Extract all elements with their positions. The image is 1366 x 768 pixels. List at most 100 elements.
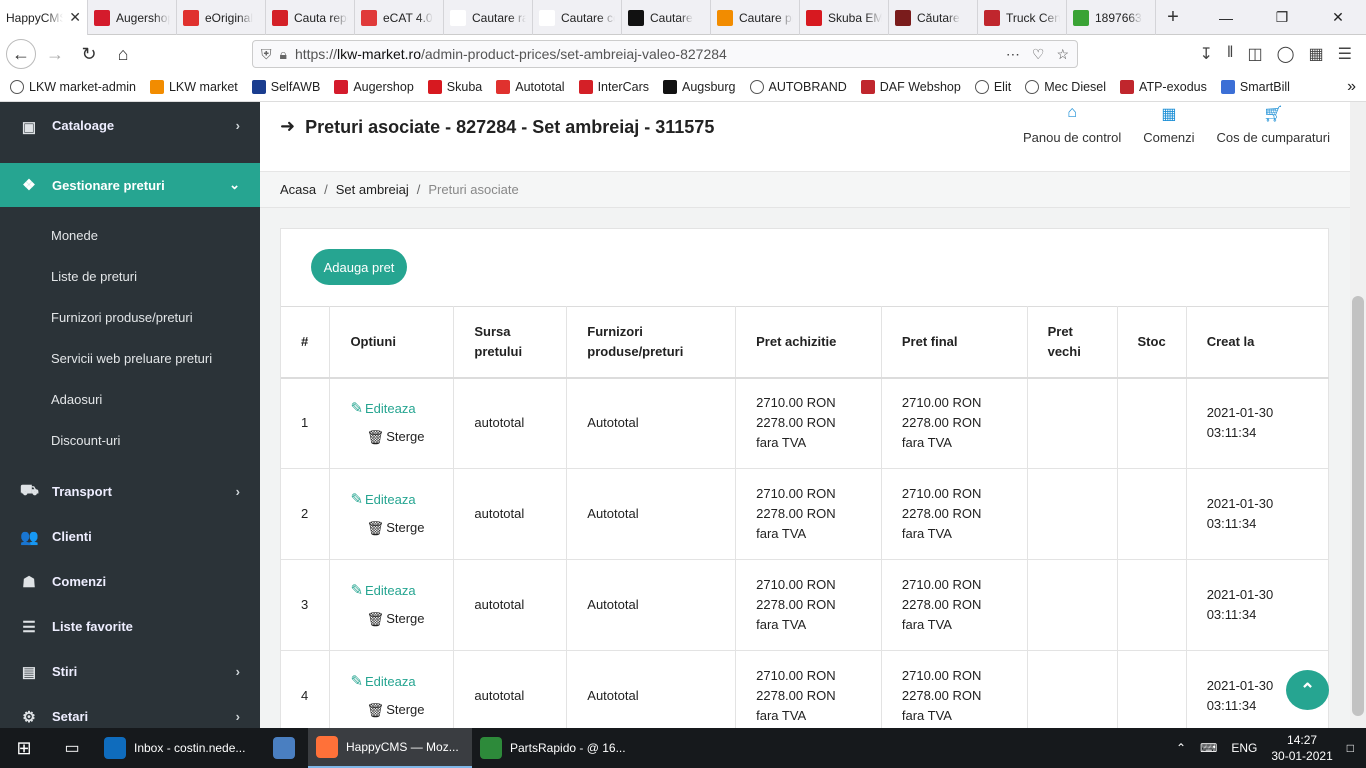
browser-tab[interactable]: Skuba EMS xyxy=(800,0,889,35)
bookmark-item[interactable]: Autototal xyxy=(496,80,565,94)
pocket-icon[interactable]: ♡ xyxy=(1032,46,1045,63)
main-content: ➜ Preturi asociate - 827284 - Set ambrei… xyxy=(260,102,1350,728)
taskbar-app[interactable]: HappyCMS — Moz... xyxy=(308,728,472,768)
account-icon[interactable]: ◯ xyxy=(1277,44,1295,64)
bookmark-item[interactable]: Elit xyxy=(974,80,1011,94)
taskbar-app[interactable] xyxy=(260,728,308,768)
windows-start-icon[interactable]: ⊞ xyxy=(0,728,48,768)
browser-tab[interactable]: Cautare cod xyxy=(533,0,622,35)
sidebar-subitem[interactable]: Liste de preturi xyxy=(0,256,260,297)
minimize-icon[interactable]: — xyxy=(1198,0,1254,35)
bookmark-item[interactable]: Augsburg xyxy=(662,80,736,94)
scroll-to-top-button[interactable]: ⌃ xyxy=(1286,670,1329,710)
sidebar-item-liste-favorite[interactable]: ☰ Liste favorite xyxy=(0,604,260,649)
library-icon[interactable]: ‖ xyxy=(1227,44,1234,64)
browser-tab[interactable]: Truck Center xyxy=(978,0,1067,35)
bookmark-item[interactable]: InterCars xyxy=(578,80,649,94)
breadcrumb-home[interactable]: Acasa xyxy=(280,182,316,197)
supplier: Autototal xyxy=(566,559,737,651)
browser-tab[interactable]: HappyCMS ✕ xyxy=(0,0,88,35)
clock[interactable]: 14:27 30-01-2021 xyxy=(1271,732,1332,764)
bookmark-item[interactable]: SelfAWB xyxy=(251,80,320,94)
sidebar-subitem[interactable]: Servicii web preluare preturi xyxy=(0,338,260,379)
task-view-icon[interactable]: ▭ xyxy=(48,728,96,768)
back-icon[interactable]: ← xyxy=(6,39,36,69)
browser-tab[interactable]: eOriginal xyxy=(177,0,266,35)
stock xyxy=(1117,559,1187,651)
sidebar-subitem[interactable]: Discount-uri xyxy=(0,420,260,461)
sidebar-item-stiri[interactable]: ▤ Stiri › xyxy=(0,649,260,694)
forward-icon[interactable]: → xyxy=(40,39,70,69)
add-price-button[interactable]: Adauga pret xyxy=(311,249,407,285)
more-bookmarks-icon[interactable]: » xyxy=(1347,78,1356,96)
edit-button[interactable]: ✎ Editeaza xyxy=(350,399,433,419)
shield-icon[interactable]: ⛨ xyxy=(261,46,272,63)
bookmark-item[interactable]: Mec Diesel xyxy=(1025,80,1106,94)
browser-tab[interactable]: Cautare produs xyxy=(711,0,800,35)
bookmark-item[interactable]: SmartBill xyxy=(1220,80,1290,94)
edit-button[interactable]: ✎ Editeaza xyxy=(350,490,433,510)
taskbar-app[interactable]: Inbox - costin.nede... xyxy=(96,728,260,768)
edit-button[interactable]: ✎ Editeaza xyxy=(350,581,433,601)
sidebar-item-gestionare-preturi[interactable]: ❖ Gestionare preturi ⌄ xyxy=(0,163,260,207)
sidebar-item-setari[interactable]: ⚙ Setari › xyxy=(0,694,260,728)
keyboard-icon[interactable]: ⌨ xyxy=(1200,741,1217,755)
breadcrumb-category[interactable]: Set ambreiaj xyxy=(336,182,409,197)
browser-tab[interactable]: Căutare xyxy=(889,0,978,35)
edit-button[interactable]: ✎ Editeaza xyxy=(350,672,433,692)
sidebar-item-comenzi[interactable]: ☗ Comenzi xyxy=(0,559,260,604)
bookmark-item[interactable]: Skuba xyxy=(427,80,482,94)
bookmark-item[interactable]: ATP-exodus xyxy=(1120,80,1207,94)
page-scrollbar[interactable] xyxy=(1350,102,1366,728)
input-language[interactable]: ENG xyxy=(1231,741,1257,755)
taskbar-app[interactable]: PartsRapido - @ 16... xyxy=(472,728,636,768)
close-window-icon[interactable]: ✕ xyxy=(1310,0,1366,35)
more-actions-icon[interactable]: ⋯ xyxy=(1006,46,1020,63)
header-link-cos-de-cumparaturi[interactable]: 🛒︎ Cos de cumparaturi xyxy=(1217,104,1330,145)
tab-favicon-icon xyxy=(1073,9,1089,26)
chevron-right-icon: › xyxy=(235,484,240,499)
bookmark-item[interactable]: LKW market-admin xyxy=(10,80,136,94)
bookmark-item[interactable]: DAF Webshop xyxy=(860,80,961,94)
delete-button[interactable]: 🗑︎ Sterge xyxy=(366,518,433,538)
url-bar[interactable]: ⛨ 🔒︎ https://lkw-market.ro/admin-product… xyxy=(252,40,1078,68)
sidebar-subitem[interactable]: Furnizori produse/preturi xyxy=(0,297,260,338)
sidebar-item-clienti[interactable]: 👥 Clienti xyxy=(0,514,260,559)
url-text[interactable]: https://lkw-market.ro/admin-product-pric… xyxy=(295,46,727,62)
browser-tab[interactable]: Cautare rapida xyxy=(444,0,533,35)
browser-tab[interactable]: Augershop xyxy=(88,0,177,35)
sidebar-item-cataloage[interactable]: ▣ Cataloage › xyxy=(0,102,260,163)
browser-tab[interactable]: Cautare xyxy=(622,0,711,35)
delete-button[interactable]: 🗑︎ Sterge xyxy=(366,427,433,447)
tray-chevron-icon[interactable]: ⌃ xyxy=(1176,741,1186,755)
menu-icon[interactable]: ☰ xyxy=(1338,44,1352,64)
header-link-panou-de-control[interactable]: ⌂ Panou de control xyxy=(1023,104,1121,145)
browser-tab[interactable]: eCAT 4.0 xyxy=(355,0,444,35)
bookmark-item[interactable]: Augershop xyxy=(334,80,414,94)
sidebar-toggle-icon[interactable]: ◫ xyxy=(1248,44,1263,64)
browser-tab[interactable]: Cauta repere xyxy=(266,0,355,35)
close-tab-icon[interactable]: ✕ xyxy=(69,9,81,26)
bookmark-item[interactable]: LKW market xyxy=(149,80,238,94)
extensions-icon[interactable]: ▦ xyxy=(1309,44,1324,64)
delete-button[interactable]: 🗑︎ Sterge xyxy=(366,700,433,720)
delete-button[interactable]: 🗑︎ Sterge xyxy=(366,609,433,629)
tab-title: Cauta repere xyxy=(294,10,348,25)
download-icon[interactable]: ↧ xyxy=(1199,44,1212,64)
sidebar-subitem[interactable]: Monede xyxy=(0,215,260,256)
header-link-comenzi[interactable]: ▦ Comenzi xyxy=(1143,104,1194,145)
sidebar-subitem[interactable]: Adaosuri xyxy=(0,379,260,420)
column-header: Pret final xyxy=(881,306,1028,379)
notifications-icon[interactable]: □ xyxy=(1347,741,1354,755)
home-icon[interactable]: ⌂ xyxy=(108,39,138,69)
bookmark-star-icon[interactable]: ☆ xyxy=(1056,46,1069,63)
restore-icon[interactable]: ❐ xyxy=(1254,0,1310,35)
sidebar-item-transport[interactable]: ⛟ Transport › xyxy=(0,469,260,514)
new-tab-icon[interactable]: + xyxy=(1156,0,1190,34)
scrollbar-thumb[interactable] xyxy=(1352,296,1364,716)
old-price xyxy=(1027,377,1118,469)
back-arrow-icon[interactable]: ➜ xyxy=(280,116,295,137)
reload-icon[interactable]: ↻ xyxy=(74,39,104,69)
bookmark-item[interactable]: AUTOBRAND xyxy=(749,80,847,94)
browser-tab[interactable]: 1897663 xyxy=(1067,0,1156,35)
